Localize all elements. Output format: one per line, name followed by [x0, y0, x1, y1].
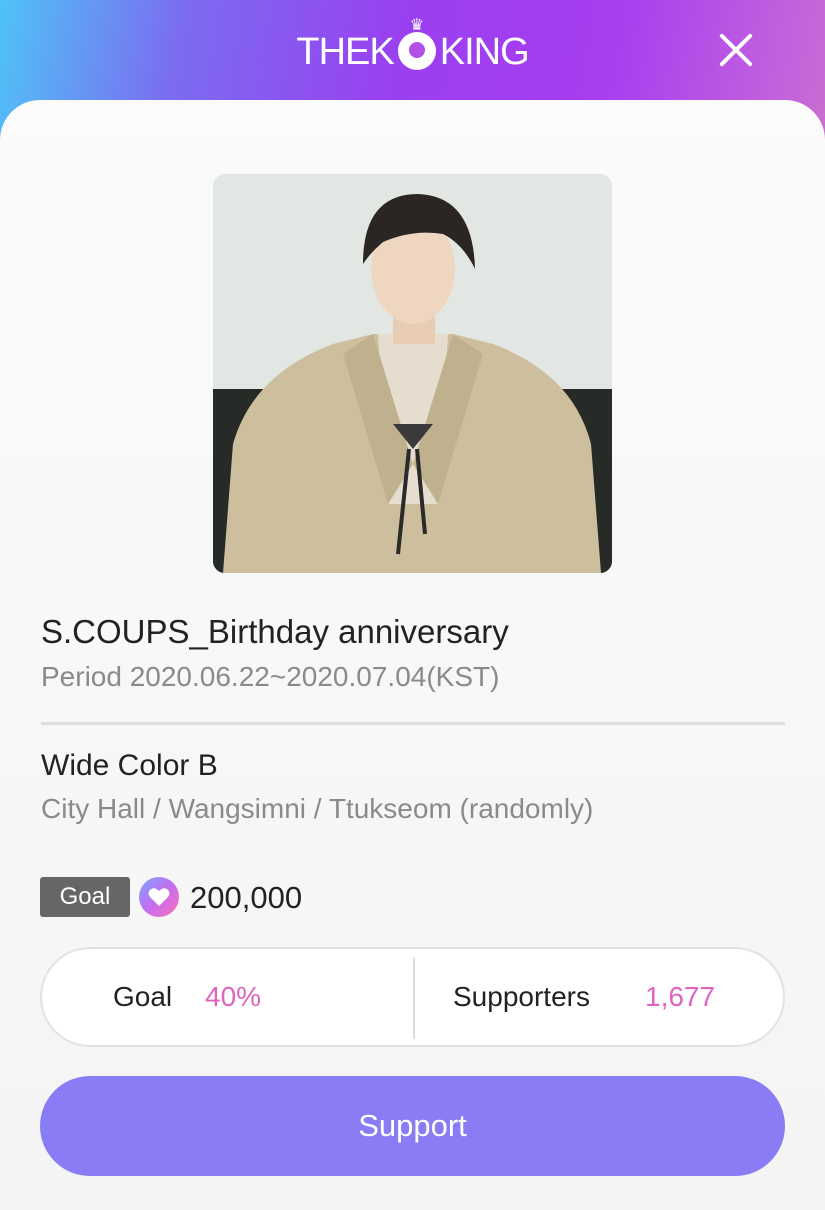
item-name: Wide Color B	[41, 749, 218, 782]
logo-text-right: KING	[439, 31, 530, 73]
supporters-label: Supporters	[453, 981, 590, 1012]
heart-icon	[139, 877, 179, 917]
item-description: City Hall / Wangsimni / Ttukseom (random…	[41, 793, 594, 824]
goal-badge: Goal	[40, 877, 130, 917]
app-header: THEK ♛ KING	[0, 0, 825, 110]
logo-text-left: THEK	[296, 31, 394, 73]
stats-panel: Goal 40% Supporters 1,677	[40, 947, 785, 1047]
goal-percent: 40%	[205, 981, 262, 1012]
close-icon[interactable]	[712, 26, 760, 74]
artist-photo	[213, 174, 612, 573]
event-period: Period 2020.06.22~2020.07.04(KST)	[41, 661, 500, 692]
divider	[41, 722, 785, 725]
stats-separator	[413, 957, 415, 1039]
app-logo: THEK ♛ KING	[0, 18, 825, 76]
goal-amount: 200,000	[190, 880, 303, 915]
supporters-count: 1,677	[645, 981, 716, 1012]
crown-logo-icon: ♛	[397, 18, 436, 70]
event-title: S.COUPS_Birthday anniversary	[41, 613, 509, 650]
support-button[interactable]: Support	[40, 1076, 785, 1176]
goal-label: Goal	[113, 981, 173, 1012]
